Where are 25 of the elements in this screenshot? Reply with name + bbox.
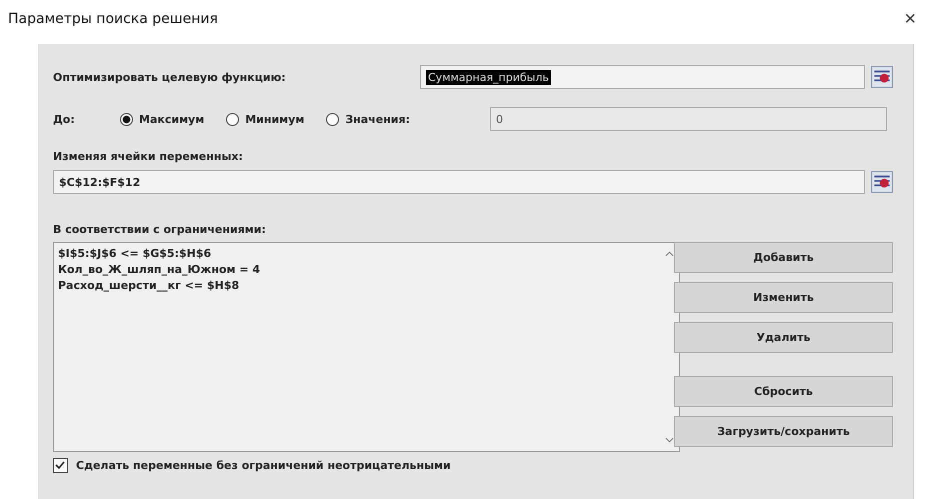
scroll-down-icon[interactable] [664,437,674,443]
radio-option[interactable]: Максимум [120,112,204,126]
window-title: Параметры поиска решения [8,11,218,27]
dialog-button[interactable]: Изменить [674,282,893,313]
constraint-item[interactable]: Расход_шерсти__кг <= $H$8 [58,278,657,294]
dialog-button[interactable]: Сбросить [674,376,893,407]
constraint-item[interactable]: $I$5:$J$6 <= $G$5:$H$6 [58,246,657,262]
radio-option[interactable]: Значения: [326,112,410,126]
variables-label: Изменяя ячейки переменных: [53,150,244,163]
objective-label: Оптимизировать целевую функцию: [53,70,287,84]
close-button[interactable]: × [902,8,918,30]
variables-field[interactable]: $C$12:$F$12 [53,170,865,194]
radio-option[interactable]: Минимум [226,112,304,126]
to-label: До: [53,112,76,126]
dialog-button[interactable]: Загрузить/сохранить [674,416,893,447]
dialog-button[interactable]: Добавить [674,242,893,273]
checkbox[interactable] [53,458,68,473]
range-select-icon[interactable] [871,66,893,88]
constraints-label: В соответствии с ограничениями: [53,223,267,236]
dialog-button[interactable]: Удалить [674,322,893,353]
range-select-icon[interactable] [871,171,893,193]
checkbox-label[interactable]: Сделать переменные без ограничений неотрицательными [76,459,451,472]
constraint-item[interactable]: Кол_во_Ж_шляп_на_Южном = 4 [58,262,657,278]
objective-field[interactable]: Суммарная_прибыль [420,65,865,89]
scroll-up-icon[interactable] [664,251,674,257]
